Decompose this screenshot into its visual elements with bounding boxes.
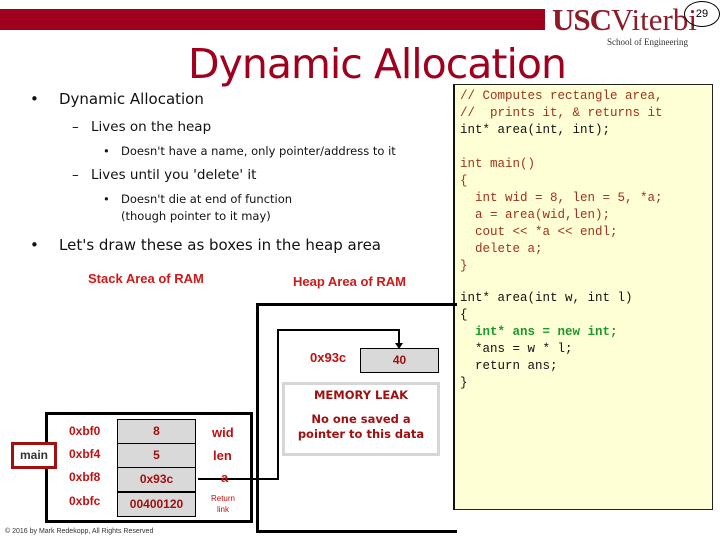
viterbi-logo: Viterbi: [611, 2, 697, 37]
pointer-arrow-segment: [277, 329, 399, 331]
usc-logo: USC: [552, 2, 612, 37]
code-line: *ans = w * l;: [460, 342, 573, 356]
slide-title: Dynamic Allocation: [188, 40, 567, 88]
variable-name: Return link: [210, 494, 235, 514]
stack-area-label: Stack Area of RAM: [88, 271, 204, 286]
code-line: a = area(wid,len);: [460, 208, 611, 222]
school-subtitle: School of Engineering: [607, 37, 688, 47]
variable-name: a: [221, 470, 229, 485]
code-line: int main(): [460, 157, 536, 171]
code-line: cout << *a << endl;: [460, 225, 618, 239]
variable-name: len: [213, 448, 232, 463]
bullet-text: Dynamic Allocation: [59, 90, 204, 108]
bullet-icon: •: [103, 192, 110, 206]
code-line: return ans;: [460, 359, 558, 373]
header-bar: [0, 9, 545, 30]
code-line: int wid = 8, len = 5, *a;: [460, 191, 663, 205]
code-line: {: [460, 174, 468, 188]
heap-cell-address: 0x93c: [310, 350, 347, 365]
bullet-text: Doesn't die at end of function: [121, 192, 293, 206]
bullet-icon: •: [30, 90, 39, 108]
code-line: {: [460, 308, 468, 322]
stack-cell-value: 00400120: [117, 492, 196, 517]
bullet-text: Doesn't have a name, only pointer/addres…: [121, 144, 396, 158]
variable-name: wid: [212, 425, 234, 440]
frame-label-main: main: [11, 442, 57, 469]
bullet-text: Lives on the heap: [91, 119, 212, 135]
heap-cell-value: 40: [360, 348, 439, 373]
code-line: }: [460, 259, 468, 273]
dash-icon: –: [72, 119, 79, 135]
memory-leak-text: No one saved a pointer to this data: [297, 412, 425, 441]
stack-cell-value: 8: [117, 419, 196, 444]
bullet-text: (though pointer to it may): [121, 209, 271, 223]
bullet-icon: •: [30, 236, 39, 254]
bullet-text: Let's draw these as boxes in the heap ar…: [59, 236, 381, 254]
memory-leak-title: MEMORY LEAK: [313, 388, 409, 402]
copyright-footer: © 2016 by Mark Redekopp, All Rights Rese…: [5, 528, 154, 535]
pointer-arrow-segment: [277, 329, 279, 480]
code-line: // Computes rectangle area,: [460, 89, 663, 103]
code-line: // prints it, & returns it: [460, 106, 663, 120]
code-line: delete a;: [460, 242, 543, 256]
bullet-icon: •: [103, 144, 110, 158]
memory-leak-note: MEMORY LEAK No one saved a pointer to th…: [282, 382, 440, 456]
code-line: int* ans = new int;: [460, 325, 618, 339]
dash-icon: –: [72, 167, 79, 183]
stack-cell-value: 5: [117, 443, 196, 468]
code-box: // Computes rectangle area, // prints it…: [453, 84, 713, 510]
stack-address: 0xbfc: [69, 494, 101, 508]
code-line: int* area(int w, int l): [460, 291, 633, 305]
stack-cell-value: 0x93c: [117, 467, 196, 492]
stack-address: 0xbf8: [69, 470, 101, 484]
page-number: 29: [684, 1, 720, 27]
heap-area-label: Heap Area of RAM: [293, 274, 406, 289]
stack-address: 0xbf0: [69, 424, 101, 438]
code-line: }: [460, 376, 468, 390]
bullet-text: Lives until you 'delete' it: [91, 167, 257, 183]
stack-address: 0xbf4: [69, 447, 101, 461]
code-line: int* area(int, int);: [460, 123, 611, 137]
